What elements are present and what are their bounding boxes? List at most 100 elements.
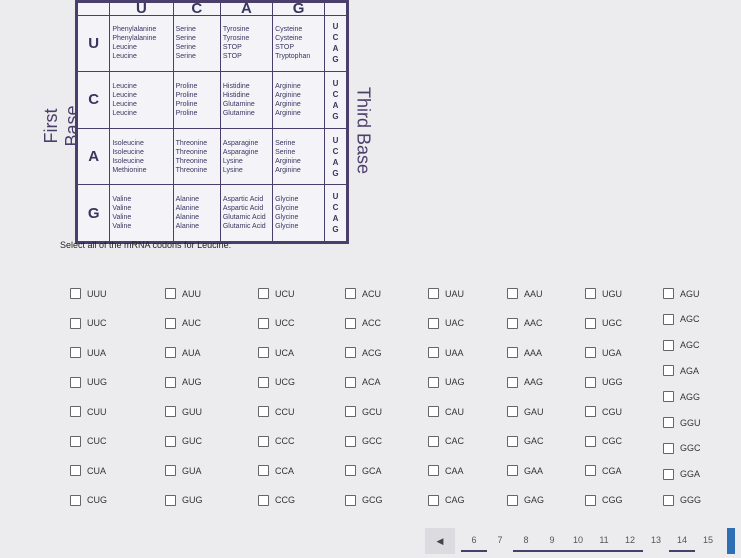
checkbox[interactable] bbox=[507, 465, 518, 476]
checkbox[interactable] bbox=[258, 435, 269, 447]
codon-option[interactable]: GCA bbox=[345, 465, 382, 476]
checkbox[interactable] bbox=[585, 465, 596, 476]
codon-option[interactable]: UUG bbox=[70, 376, 107, 388]
checkbox[interactable] bbox=[428, 435, 439, 447]
codon-option[interactable]: CAC bbox=[428, 435, 464, 447]
checkbox[interactable] bbox=[428, 317, 439, 329]
checkbox[interactable] bbox=[663, 417, 674, 429]
codon-option[interactable]: CAA bbox=[428, 465, 464, 476]
codon-option[interactable]: CCU bbox=[258, 406, 295, 417]
codon-option[interactable]: UCG bbox=[258, 376, 295, 388]
codon-option[interactable]: UGU bbox=[585, 288, 622, 299]
codon-option[interactable]: GUU bbox=[165, 406, 202, 417]
page-link[interactable]: 10 bbox=[565, 530, 591, 552]
codon-option[interactable]: UAG bbox=[428, 376, 465, 388]
checkbox[interactable] bbox=[663, 468, 674, 480]
codon-option[interactable]: GCU bbox=[345, 406, 382, 417]
checkbox[interactable] bbox=[258, 347, 269, 358]
prev-page-button[interactable]: ◀ bbox=[425, 528, 455, 554]
codon-option[interactable]: CUC bbox=[70, 435, 107, 447]
checkbox[interactable] bbox=[70, 288, 81, 299]
page-link[interactable]: 13 bbox=[643, 530, 669, 552]
codon-option[interactable]: ACA bbox=[345, 376, 381, 388]
codon-option[interactable]: GUC bbox=[165, 435, 202, 447]
checkbox[interactable] bbox=[258, 317, 269, 329]
codon-option[interactable]: CCG bbox=[258, 494, 295, 506]
codon-option[interactable]: AAA bbox=[507, 347, 542, 358]
codon-option[interactable]: AUG bbox=[165, 376, 202, 388]
page-link[interactable]: 15 bbox=[695, 530, 721, 552]
checkbox[interactable] bbox=[258, 376, 269, 388]
page-link[interactable]: 9 bbox=[539, 530, 565, 552]
checkbox[interactable] bbox=[428, 347, 439, 358]
checkbox[interactable] bbox=[585, 317, 596, 329]
checkbox[interactable] bbox=[507, 435, 518, 447]
checkbox[interactable] bbox=[165, 406, 176, 417]
checkbox[interactable] bbox=[507, 288, 518, 299]
codon-option[interactable]: UAU bbox=[428, 288, 464, 299]
checkbox[interactable] bbox=[165, 494, 176, 506]
codon-option[interactable]: AUU bbox=[165, 288, 201, 299]
checkbox[interactable] bbox=[585, 288, 596, 299]
checkbox[interactable] bbox=[345, 376, 356, 388]
checkbox[interactable] bbox=[165, 435, 176, 447]
page-link[interactable]: 6 bbox=[461, 530, 487, 552]
checkbox[interactable] bbox=[165, 465, 176, 476]
codon-option[interactable]: CCC bbox=[258, 435, 295, 447]
codon-option[interactable]: AGC bbox=[663, 339, 700, 351]
codon-option[interactable]: UUC bbox=[70, 317, 107, 329]
codon-option[interactable]: AAC bbox=[507, 317, 543, 329]
codon-option[interactable]: CAG bbox=[428, 494, 465, 506]
checkbox[interactable] bbox=[507, 317, 518, 329]
checkbox[interactable] bbox=[70, 465, 81, 476]
codon-option[interactable]: UGC bbox=[585, 317, 622, 329]
checkbox[interactable] bbox=[345, 406, 356, 417]
codon-option[interactable]: AGG bbox=[663, 391, 700, 403]
codon-option[interactable]: UGA bbox=[585, 347, 622, 358]
codon-option[interactable]: GGC bbox=[663, 442, 701, 454]
checkbox[interactable] bbox=[70, 435, 81, 447]
checkbox[interactable] bbox=[428, 376, 439, 388]
codon-option[interactable]: GCG bbox=[345, 494, 383, 506]
checkbox[interactable] bbox=[428, 465, 439, 476]
codon-option[interactable]: GCC bbox=[345, 435, 382, 447]
codon-option[interactable]: ACG bbox=[345, 347, 382, 358]
codon-option[interactable]: GAA bbox=[507, 465, 543, 476]
codon-option[interactable]: ACU bbox=[345, 288, 381, 299]
checkbox[interactable] bbox=[345, 465, 356, 476]
page-link[interactable]: 8 bbox=[513, 530, 539, 552]
codon-option[interactable]: GAG bbox=[507, 494, 544, 506]
checkbox[interactable] bbox=[345, 494, 356, 506]
checkbox[interactable] bbox=[258, 288, 269, 299]
checkbox[interactable] bbox=[663, 442, 674, 454]
checkbox[interactable] bbox=[165, 317, 176, 329]
codon-option[interactable]: AGA bbox=[663, 365, 699, 377]
codon-option[interactable]: GAU bbox=[507, 406, 544, 417]
codon-option[interactable]: UUA bbox=[70, 347, 106, 358]
checkbox[interactable] bbox=[165, 288, 176, 299]
checkbox[interactable] bbox=[70, 347, 81, 358]
codon-option[interactable]: AUA bbox=[165, 347, 201, 358]
checkbox[interactable] bbox=[345, 435, 356, 447]
codon-option[interactable]: CCA bbox=[258, 465, 294, 476]
checkbox[interactable] bbox=[428, 288, 439, 299]
checkbox[interactable] bbox=[70, 317, 81, 329]
codon-option[interactable]: AGU bbox=[663, 288, 700, 299]
checkbox[interactable] bbox=[70, 494, 81, 506]
page-link[interactable]: 11 bbox=[591, 530, 617, 552]
codon-option[interactable]: CUG bbox=[70, 494, 107, 506]
checkbox[interactable] bbox=[663, 365, 674, 377]
checkbox[interactable] bbox=[428, 406, 439, 417]
checkbox[interactable] bbox=[70, 376, 81, 388]
next-page-button[interactable] bbox=[727, 528, 735, 554]
codon-option[interactable]: GUG bbox=[165, 494, 203, 506]
codon-option[interactable]: ACC bbox=[345, 317, 381, 329]
checkbox[interactable] bbox=[507, 494, 518, 506]
checkbox[interactable] bbox=[585, 406, 596, 417]
checkbox[interactable] bbox=[258, 494, 269, 506]
checkbox[interactable] bbox=[258, 465, 269, 476]
page-link[interactable]: 7 bbox=[487, 530, 513, 552]
checkbox[interactable] bbox=[585, 376, 596, 388]
codon-option[interactable]: AAG bbox=[507, 376, 543, 388]
codon-option[interactable]: AUC bbox=[165, 317, 201, 329]
